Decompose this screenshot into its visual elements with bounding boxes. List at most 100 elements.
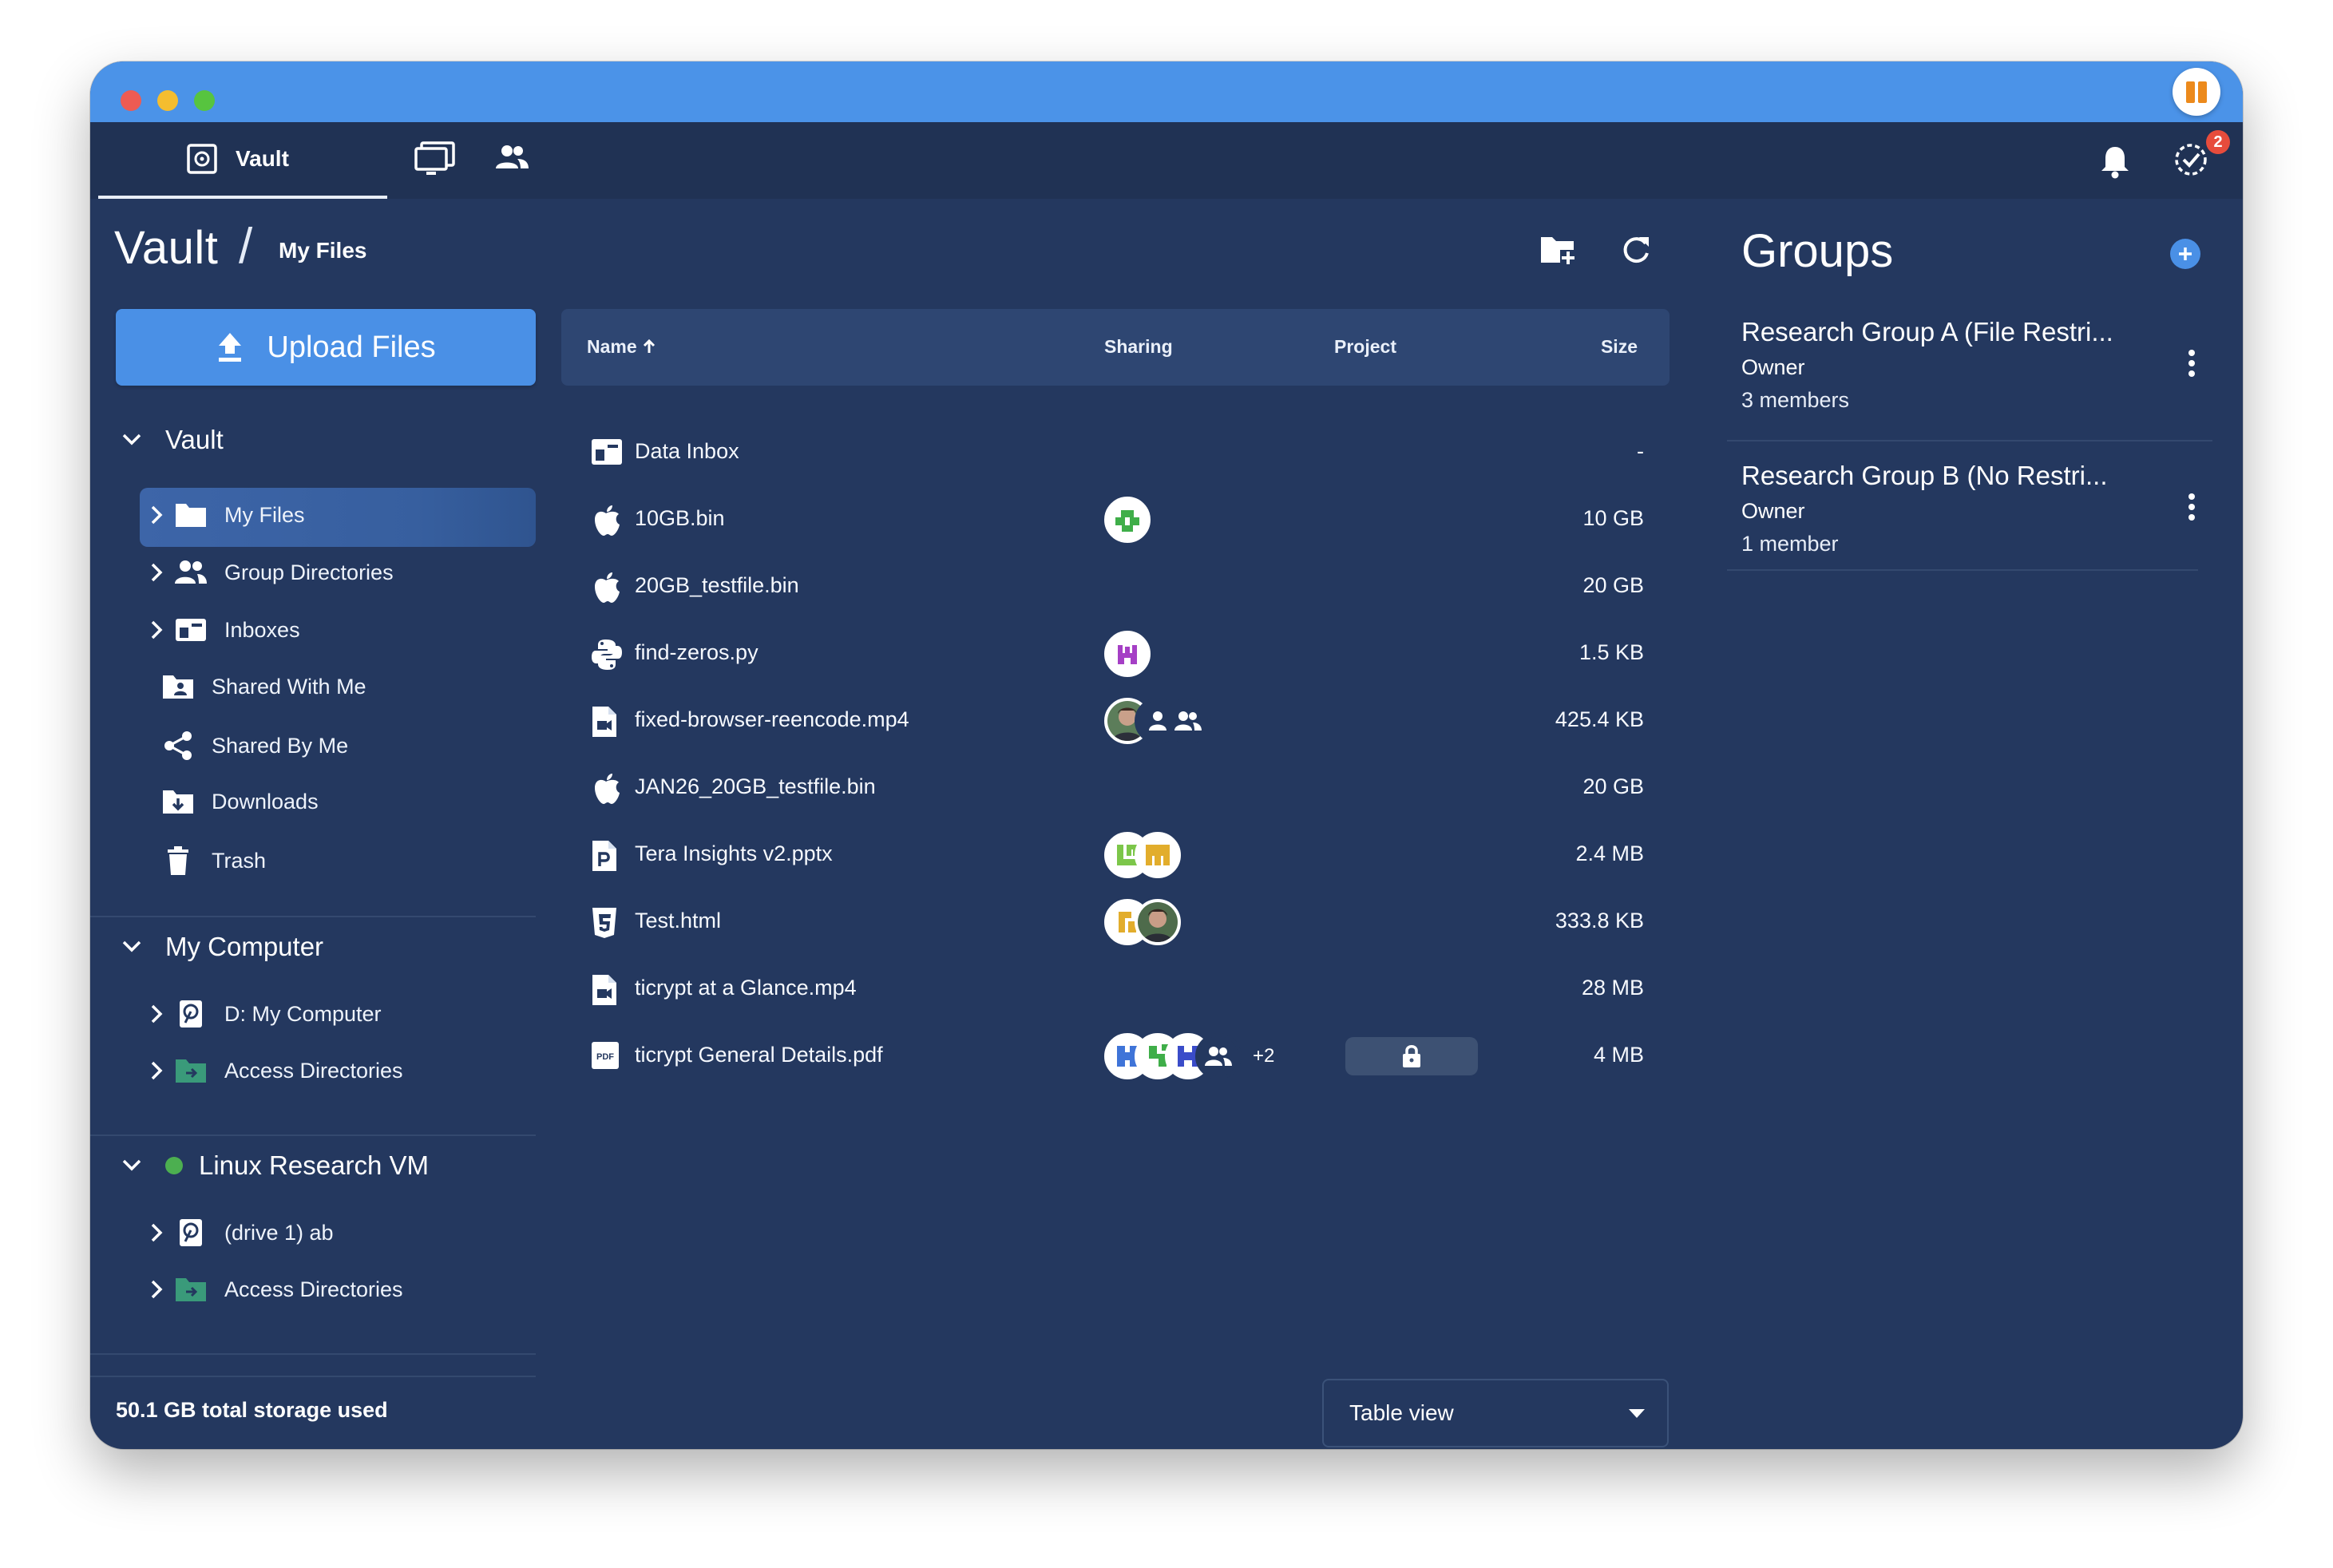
group-name: Research Group A (File Restri... [1741, 317, 2113, 346]
sidebar-item-label: D: My Computer [224, 1001, 382, 1026]
my-computer-section-header[interactable]: My Computer [116, 932, 323, 962]
group-icon [1195, 1033, 1242, 1079]
sidebar-divider [90, 916, 536, 917]
table-row[interactable]: PDF ticrypt General Details.pdf +2 4 MB [561, 1023, 1670, 1090]
group-role: Owner [1741, 355, 1805, 379]
file-size: 20 GB [1582, 774, 1644, 798]
group-card[interactable]: Research Group A (File Restri... Owner 3… [1741, 317, 2212, 413]
user-avatar [1104, 497, 1151, 543]
upload-files-button[interactable]: Upload Files [116, 309, 536, 386]
video-file-icon [592, 707, 616, 737]
vm-section-title: Linux Research VM [199, 1150, 429, 1180]
sidebar-item-label: Shared By Me [212, 733, 349, 758]
file-size: 2.4 MB [1575, 841, 1644, 865]
sidebar-item-drive-1[interactable]: (drive 1) ab [148, 1218, 334, 1248]
people-icon [173, 559, 208, 586]
pause-icon[interactable] [2173, 68, 2220, 116]
view-mode-value: Table view [1349, 1400, 1454, 1425]
sidebar-item-trash[interactable]: Trash [160, 845, 266, 876]
vault-section-header[interactable]: Vault [116, 425, 224, 455]
breadcrumb-current: My Files [279, 238, 367, 263]
minimize-window-button[interactable] [157, 90, 178, 111]
maximize-window-button[interactable] [194, 90, 215, 111]
python-icon [592, 639, 622, 670]
chevron-right-icon [151, 1061, 163, 1080]
my-computer-section-title: My Computer [165, 932, 324, 961]
sidebar-item-shared-by-me[interactable]: Shared By Me [160, 731, 348, 761]
file-size: 1.5 KB [1578, 640, 1644, 664]
project-lock[interactable] [1345, 1037, 1478, 1075]
file-size: 10 GB [1582, 506, 1644, 530]
desktop-icon[interactable] [414, 140, 457, 178]
file-name: ticrypt General Details.pdf [635, 1043, 883, 1067]
sidebar-item-group-directories[interactable]: Group Directories [148, 558, 394, 587]
svg-text:PDF: PDF [596, 1052, 614, 1062]
file-size: 4 MB [1593, 1043, 1644, 1067]
sidebar-item-my-files[interactable]: My Files [148, 501, 305, 529]
column-header-project[interactable]: Project [1334, 336, 1396, 358]
chevron-right-icon [151, 620, 163, 639]
table-row[interactable]: find-zeros.py 1.5 KB [561, 620, 1670, 687]
sidebar-item-d-my-computer[interactable]: D: My Computer [148, 999, 382, 1029]
sharing-avatars[interactable]: +2 [1104, 1032, 1274, 1080]
refresh-icon[interactable] [1618, 232, 1654, 267]
close-window-button[interactable] [121, 90, 141, 111]
view-mode-select[interactable]: Table view [1322, 1379, 1669, 1447]
sharing-avatars[interactable] [1104, 831, 1181, 879]
column-header-name[interactable]: Name [587, 336, 656, 358]
title-bar [90, 61, 2243, 122]
new-folder-icon[interactable] [1539, 232, 1578, 267]
add-group-button[interactable] [2170, 239, 2200, 269]
sidebar-item-vm-access-directories[interactable]: Access Directories [148, 1275, 403, 1304]
file-name: Data Inbox [635, 439, 739, 463]
column-header-sharing[interactable]: Sharing [1104, 336, 1173, 358]
group-icon [1165, 698, 1211, 744]
people-icon[interactable] [493, 143, 530, 175]
group-name: Research Group B (No Restri... [1741, 461, 2108, 490]
table-row[interactable]: Tera Insights v2.pptx 2.4 MB [561, 822, 1670, 889]
task-check-icon[interactable] [2171, 140, 2211, 180]
powerpoint-file-icon [592, 841, 616, 871]
sharing-avatars[interactable] [1104, 496, 1151, 544]
sidebar-item-inboxes[interactable]: Inboxes [148, 616, 300, 644]
table-row[interactable]: ticrypt at a Glance.mp4 28 MB [561, 956, 1670, 1023]
vm-section-header[interactable]: Linux Research VM [116, 1150, 429, 1181]
column-header-size[interactable]: Size [1601, 336, 1638, 358]
file-size: 425.4 KB [1555, 707, 1644, 731]
table-row[interactable]: JAN26_20GB_testfile.bin 20 GB [561, 754, 1670, 822]
more-vertical-icon[interactable] [2187, 493, 2196, 521]
tab-vault[interactable]: Vault [98, 122, 387, 199]
file-size: 20 GB [1582, 573, 1644, 597]
inbox-icon [592, 439, 622, 465]
sharing-avatars[interactable] [1104, 898, 1181, 946]
table-row[interactable]: 20GB_testfile.bin 20 GB [561, 553, 1670, 620]
table-row[interactable]: 10GB.bin 10 GB [561, 486, 1670, 553]
table-row[interactable]: Test.html 333.8 KB [561, 889, 1670, 956]
group-divider [1727, 569, 2198, 571]
sidebar-item-downloads[interactable]: Downloads [160, 788, 319, 815]
group-member-count: 3 members [1741, 388, 1850, 412]
folder-icon [173, 501, 208, 529]
chevron-right-icon [151, 505, 163, 525]
inbox-icon [173, 616, 208, 643]
group-card[interactable]: Research Group B (No Restri... Owner 1 m… [1741, 461, 2212, 556]
caret-down-icon [1629, 1409, 1645, 1418]
pdf-file-icon: PDF [592, 1042, 619, 1069]
more-shares-count[interactable]: +2 [1253, 1045, 1274, 1067]
sidebar-item-label: Shared With Me [212, 674, 366, 699]
breadcrumb-root[interactable]: Vault [114, 221, 218, 275]
sidebar-item-shared-with-me[interactable]: Shared With Me [160, 673, 366, 700]
sharing-avatars[interactable] [1104, 697, 1211, 745]
chevron-right-icon [151, 1280, 163, 1299]
table-row[interactable]: Data Inbox - [561, 419, 1670, 486]
groups-title: Groups [1741, 225, 1894, 277]
lock-icon [1403, 1045, 1420, 1067]
sidebar-item-access-directories[interactable]: Access Directories [148, 1056, 403, 1085]
bell-icon[interactable] [2099, 145, 2131, 180]
apple-icon [595, 774, 620, 804]
sharing-avatars[interactable] [1104, 630, 1151, 678]
more-vertical-icon[interactable] [2187, 349, 2196, 378]
sidebar-item-label: Access Directories [224, 1058, 403, 1083]
apple-icon [595, 572, 620, 603]
table-row[interactable]: fixed-browser-reencode.mp4 425.4 KB [561, 687, 1670, 754]
